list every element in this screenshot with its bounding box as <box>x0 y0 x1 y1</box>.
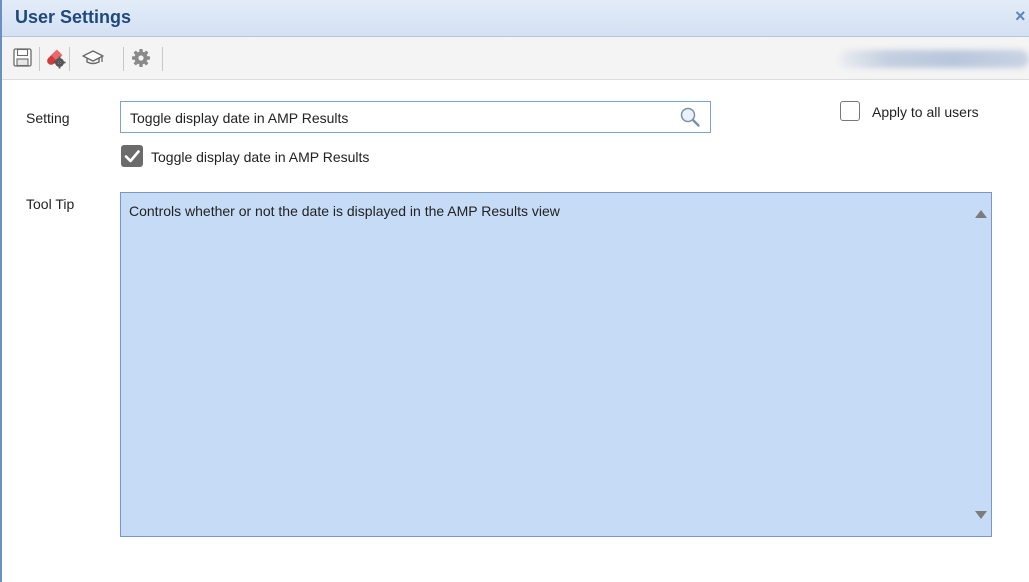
scroll-up-arrow-icon[interactable] <box>975 210 987 218</box>
toggle-display-date-label: Toggle display date in AMP Results <box>151 149 370 165</box>
apply-to-all-users-checkbox[interactable] <box>840 101 860 121</box>
tooltip-label: Tool Tip <box>26 196 75 212</box>
toolbar-separator <box>69 47 70 71</box>
close-button[interactable]: × <box>1015 6 1029 27</box>
toolbar-separator <box>39 47 40 71</box>
checkmark-icon <box>124 150 140 163</box>
apply-to-all-users-label: Apply to all users <box>872 104 979 120</box>
window-title: User Settings <box>15 7 132 27</box>
tooltip-text: Controls whether or not the date is disp… <box>129 203 560 219</box>
setting-input-value: Toggle display date in AMP Results <box>130 110 349 126</box>
scroll-down-arrow-icon[interactable] <box>975 511 987 519</box>
setting-search-input[interactable]: Toggle display date in AMP Results <box>120 101 711 133</box>
setting-label: Setting <box>26 110 70 126</box>
gear-icon[interactable] <box>130 47 152 69</box>
pill-gear-icon[interactable] <box>44 47 66 69</box>
toolbar-separator <box>162 47 163 71</box>
toggle-display-date-checkbox[interactable] <box>121 145 143 167</box>
search-icon[interactable] <box>678 106 702 128</box>
title-bar: User Settings × <box>2 0 1029 37</box>
user-settings-window: User Settings × Setting Toggle display d… <box>0 0 1029 582</box>
toolbar-separator <box>123 47 124 71</box>
tooltip-textarea[interactable]: Controls whether or not the date is disp… <box>120 192 992 537</box>
save-icon[interactable] <box>12 47 34 69</box>
blurred-user-info <box>839 50 1029 68</box>
graduation-cap-icon[interactable] <box>82 47 104 69</box>
